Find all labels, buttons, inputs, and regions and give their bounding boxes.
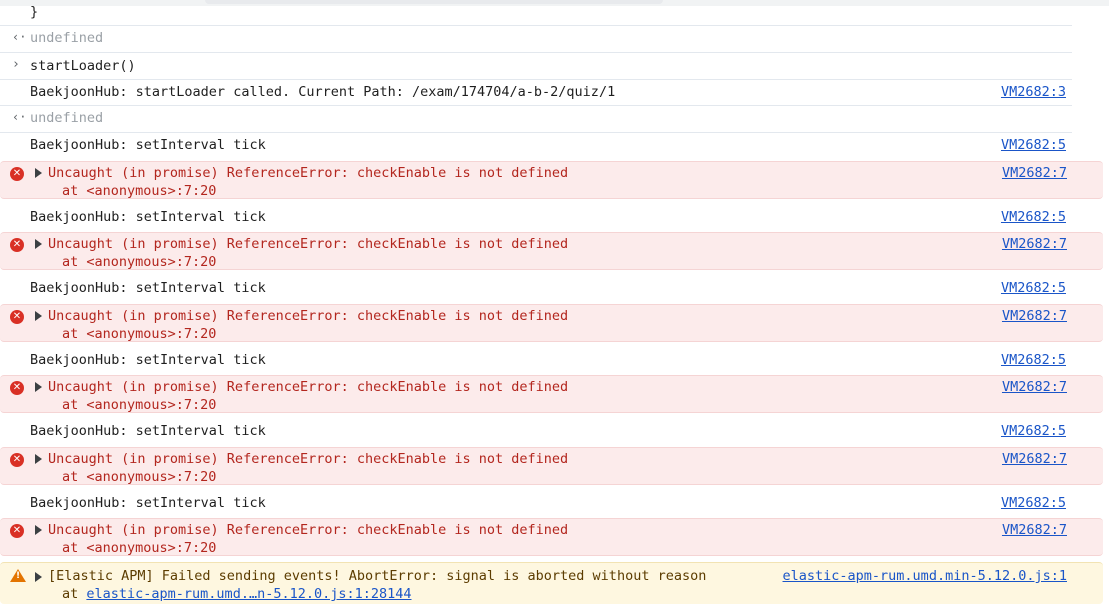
error-circle-icon: ✕ — [10, 453, 24, 467]
log-text: BaekjoonHub: setInterval tick — [30, 495, 266, 511]
expand-triangle-icon[interactable] — [35, 311, 42, 321]
error-stack: at <anonymous>:7:20 — [62, 183, 217, 199]
console-log-row: BaekjoonHub: startLoader called. Current… — [0, 80, 1072, 106]
stack-prefix: at — [62, 586, 87, 602]
console-result-row: ‹· undefined — [0, 26, 1072, 53]
source-link[interactable]: VM2682:5 — [1001, 352, 1066, 368]
error-message: Uncaught (in promise) ReferenceError: ch… — [48, 308, 569, 324]
code-text: } — [30, 4, 39, 20]
console-error-row[interactable]: ✕ Uncaught (in promise) ReferenceError: … — [0, 232, 1103, 270]
source-link[interactable]: VM2682:7 — [1002, 236, 1067, 252]
error-message: Uncaught (in promise) ReferenceError: ch… — [48, 165, 569, 181]
expand-triangle-icon[interactable] — [35, 168, 42, 178]
error-stack: at <anonymous>:7:20 — [62, 254, 217, 270]
source-link[interactable]: elastic-apm-rum.umd.min-5.12.0.js:1 — [783, 568, 1067, 584]
warning-triangle-icon: ! — [10, 569, 26, 582]
error-circle-icon: ✕ — [10, 381, 24, 395]
error-stack: at <anonymous>:7:20 — [62, 469, 217, 485]
return-arrow-icon: ‹· — [12, 30, 27, 44]
error-circle-icon: ✕ — [10, 238, 24, 252]
log-text: BaekjoonHub: setInterval tick — [30, 352, 266, 368]
console-error-row[interactable]: ✕ Uncaught (in promise) ReferenceError: … — [0, 304, 1103, 342]
stack-link[interactable]: elastic-apm-rum.umd.…n-5.12.0.js:1:28144 — [86, 586, 411, 602]
expand-triangle-icon[interactable] — [35, 572, 42, 582]
source-link[interactable]: VM2682:5 — [1001, 137, 1066, 153]
source-link[interactable]: VM2682:7 — [1002, 451, 1067, 467]
result-text: undefined — [30, 30, 104, 46]
console-error-row[interactable]: ✕ Uncaught (in promise) ReferenceError: … — [0, 447, 1103, 485]
error-message: Uncaught (in promise) ReferenceError: ch… — [48, 522, 569, 538]
source-link[interactable]: VM2682:5 — [1001, 423, 1066, 439]
console-result-row: ‹· undefined — [0, 106, 1072, 133]
console-input-row[interactable]: › startLoader() — [0, 53, 1072, 80]
error-stack: at <anonymous>:7:20 — [62, 540, 217, 556]
error-circle-icon: ✕ — [10, 310, 24, 324]
source-link[interactable]: VM2682:5 — [1001, 280, 1066, 296]
expand-triangle-icon[interactable] — [35, 239, 42, 249]
source-link[interactable]: VM2682:7 — [1002, 379, 1067, 395]
console-error-row[interactable]: ✕ Uncaught (in promise) ReferenceError: … — [0, 518, 1103, 556]
warning-message: [Elastic APM] Failed sending events! Abo… — [48, 568, 707, 584]
error-message: Uncaught (in promise) ReferenceError: ch… — [48, 379, 569, 395]
source-link[interactable]: VM2682:5 — [1001, 495, 1066, 511]
console-warning-row[interactable]: ! [Elastic APM] Failed sending events! A… — [0, 562, 1103, 604]
error-circle-icon: ✕ — [10, 524, 24, 538]
error-stack: at <anonymous>:7:20 — [62, 326, 217, 342]
source-link[interactable]: VM2682:3 — [1001, 84, 1066, 100]
input-command-text: startLoader() — [30, 58, 136, 74]
console-log-row: BaekjoonHub: setInterval tick VM2682:5 — [0, 418, 1072, 446]
console-log-row: BaekjoonHub: setInterval tick VM2682:5 — [0, 204, 1072, 232]
log-text: BaekjoonHub: setInterval tick — [30, 423, 266, 439]
log-text: BaekjoonHub: setInterval tick — [30, 280, 266, 296]
error-stack: at <anonymous>:7:20 — [62, 397, 217, 413]
return-arrow-icon: ‹· — [12, 110, 27, 124]
console-error-row[interactable]: ✕ Uncaught (in promise) ReferenceError: … — [0, 161, 1103, 199]
warning-stack: at elastic-apm-rum.umd.…n-5.12.0.js:1:28… — [62, 586, 412, 602]
console-log-row: BaekjoonHub: setInterval tick VM2682:5 — [0, 347, 1072, 375]
chevron-right-icon: › — [12, 57, 20, 72]
error-message: Uncaught (in promise) ReferenceError: ch… — [48, 451, 569, 467]
source-link[interactable]: VM2682:7 — [1002, 522, 1067, 538]
console-code-line: } — [0, 4, 1072, 26]
console-log-row: BaekjoonHub: setInterval tick VM2682:5 — [0, 275, 1072, 303]
source-link[interactable]: VM2682:7 — [1002, 165, 1067, 181]
expand-triangle-icon[interactable] — [35, 525, 42, 535]
log-text: BaekjoonHub: startLoader called. Current… — [30, 84, 616, 100]
console-error-row[interactable]: ✕ Uncaught (in promise) ReferenceError: … — [0, 375, 1103, 413]
source-link[interactable]: VM2682:5 — [1001, 209, 1066, 225]
error-circle-icon: ✕ — [10, 167, 24, 181]
expand-triangle-icon[interactable] — [35, 382, 42, 392]
console-log-row: BaekjoonHub: setInterval tick VM2682:5 — [0, 490, 1072, 518]
log-text: BaekjoonHub: setInterval tick — [30, 137, 266, 153]
log-text: BaekjoonHub: setInterval tick — [30, 209, 266, 225]
source-link[interactable]: VM2682:7 — [1002, 308, 1067, 324]
console-log-row: BaekjoonHub: setInterval tick VM2682:5 — [0, 133, 1072, 161]
error-message: Uncaught (in promise) ReferenceError: ch… — [48, 236, 569, 252]
result-text: undefined — [30, 110, 104, 126]
expand-triangle-icon[interactable] — [35, 454, 42, 464]
